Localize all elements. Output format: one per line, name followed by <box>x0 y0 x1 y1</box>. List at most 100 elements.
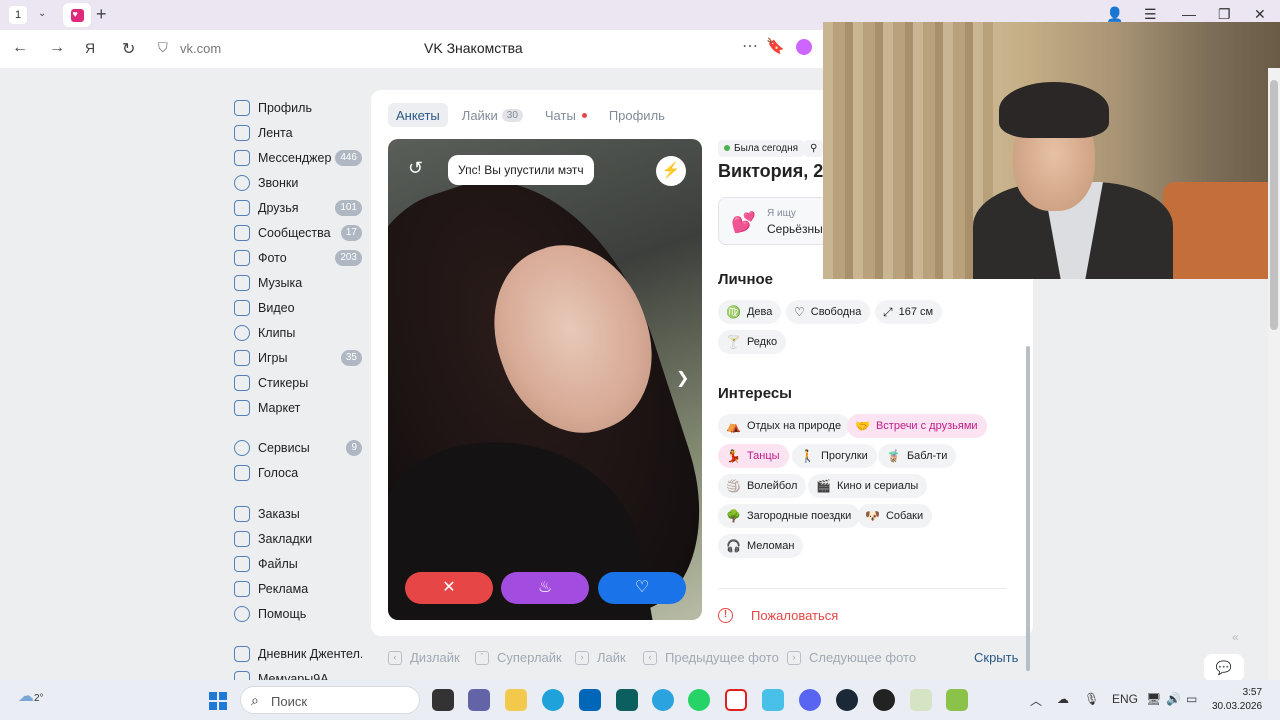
hide-hints-button[interactable]: Скрыть <box>974 650 1018 665</box>
date: 30.03.2026 <box>1212 701 1263 712</box>
edge-icon[interactable] <box>542 689 564 711</box>
undo-icon[interactable]: ↺ <box>408 158 423 179</box>
hint-label: Предыдущее фото <box>665 650 779 665</box>
chevron-up-icon[interactable]: ︿ <box>1030 692 1042 709</box>
taskbar-search[interactable]: ⌕ Поиск <box>240 686 420 714</box>
sidebar-item-label: Реклама <box>258 582 309 596</box>
sidebar-item-3[interactable]: Мессенджер 446 <box>234 148 362 168</box>
sidebar-item-14[interactable]: Сервисы 9 <box>234 438 362 458</box>
chip: ⤢ 167 см <box>875 300 943 324</box>
seeking-card: 💕 Я ищу Серьёзные <box>718 197 828 245</box>
file-explorer-icon[interactable] <box>505 689 527 711</box>
tab-likes[interactable]: Лайки 30 <box>454 103 531 127</box>
site-info-icon[interactable]: ⛉ <box>158 40 168 56</box>
sidebar-item-21[interactable]: Дневник Джентел... <box>234 644 362 664</box>
whatsapp-icon[interactable] <box>688 689 710 711</box>
close-window-button[interactable]: ✕ <box>1254 6 1266 23</box>
task-view-icon[interactable] <box>432 689 454 711</box>
language-indicator[interactable]: ENG <box>1112 692 1138 706</box>
sidebar-item-18[interactable]: Файлы <box>234 554 362 574</box>
sidebar-item-2[interactable]: Лента <box>234 123 362 143</box>
hint-label: Следующее фото <box>809 650 917 665</box>
page-scrollbar-thumb[interactable] <box>1270 80 1278 330</box>
sidebar-item-12[interactable]: Стикеры <box>234 373 362 393</box>
telegram-icon[interactable] <box>652 689 674 711</box>
sidebar-item-17[interactable]: Закладки <box>234 529 362 549</box>
chat-bubble-icon[interactable]: 💬 <box>1204 654 1244 680</box>
sidebar-item-label: Голоса <box>258 466 299 480</box>
chevron-down-icon[interactable]: ⌄ <box>38 8 46 19</box>
minimize-button[interactable]: — <box>1182 6 1196 22</box>
tab-ankety[interactable]: Анкеты <box>388 103 448 127</box>
chip-label: Редко <box>746 336 778 348</box>
url-text[interactable]: vk.com <box>180 41 221 56</box>
dislike-button[interactable]: ✕ <box>405 572 493 604</box>
cloud-icon: ☁ <box>18 688 34 705</box>
sidebar-item-7[interactable]: Фото 203 <box>234 248 362 268</box>
boost-bolt-icon[interactable]: ⚡ <box>656 156 686 186</box>
active-tab[interactable] <box>63 3 91 27</box>
unread-dot <box>581 112 587 118</box>
app-icon[interactable] <box>873 689 895 711</box>
app-icon[interactable] <box>762 689 784 711</box>
collapse-icon[interactable]: « <box>1232 630 1239 644</box>
sidebar-item-15[interactable]: Голоса <box>234 463 362 483</box>
bluestacks-icon[interactable] <box>946 689 968 711</box>
more-icon[interactable]: ⋯ <box>742 36 759 56</box>
back-icon[interactable]: ← <box>12 39 28 57</box>
network-icon[interactable]: 🖥 <box>1146 692 1161 706</box>
hint-label: Суперлайк <box>497 650 562 665</box>
tab-profile[interactable]: Профиль <box>601 103 673 127</box>
sidebar-item-1[interactable]: Профиль <box>234 98 362 118</box>
report-button[interactable]: ! Пожаловаться <box>718 608 838 623</box>
store-icon[interactable] <box>579 689 601 711</box>
sidebar-item-8[interactable]: Музыка <box>234 273 362 293</box>
tab-counter[interactable]: 1 <box>9 6 27 24</box>
profile-photo[interactable] <box>388 139 702 620</box>
reload-icon[interactable]: ↻ <box>122 39 135 59</box>
sidebar-item-16[interactable]: Заказы <box>234 504 362 524</box>
sidebar-item-11[interactable]: Игры 35 <box>234 348 362 368</box>
sidebar-item-6[interactable]: Сообщества 17 <box>234 223 362 243</box>
sidebar-item-13[interactable]: Маркет <box>234 398 362 418</box>
sidebar-item-22[interactable]: Мемуары9А <box>234 669 362 680</box>
sidebar-item-4[interactable]: Звонки <box>234 173 362 193</box>
microphone-icon[interactable]: 🎙 <box>1084 692 1099 706</box>
forward-icon[interactable]: → <box>49 39 65 57</box>
location-chip: ⚲ <box>804 140 824 157</box>
sidebar-item-19[interactable]: Реклама <box>234 579 362 599</box>
app-icon[interactable] <box>616 689 638 711</box>
like-button[interactable]: ♡ <box>598 572 686 604</box>
discord-icon[interactable] <box>799 689 821 711</box>
teams-icon[interactable] <box>468 689 490 711</box>
bookmark-icon[interactable]: 🔖 <box>766 37 785 55</box>
yandex-icon[interactable]: Я <box>85 40 95 56</box>
sidebar-item-icon <box>234 100 250 116</box>
cloud-sync-icon[interactable]: ☁ <box>1057 692 1069 706</box>
superlike-button[interactable]: ♨ <box>501 572 589 604</box>
sidebar-item-label: Закладки <box>258 532 313 546</box>
chip: 🎧 Меломан <box>718 534 804 558</box>
new-tab-button[interactable]: + <box>96 4 107 25</box>
windows-start-icon[interactable] <box>209 692 227 710</box>
app-icon[interactable] <box>910 689 932 711</box>
sidebar-item-9[interactable]: Видео <box>234 298 362 318</box>
weather-widget[interactable]: ☁2° <box>18 686 44 706</box>
sidebar-item-icon <box>234 150 250 166</box>
sidebar-item-5[interactable]: Друзья 101 <box>234 198 362 218</box>
menu-icon[interactable]: ☰ <box>1144 6 1157 23</box>
sidebar-item-20[interactable]: Помощь <box>234 604 362 624</box>
profile-icon[interactable]: 👤 <box>1106 6 1123 23</box>
volume-icon[interactable]: 🔊 <box>1166 692 1181 706</box>
yandex-browser-icon[interactable] <box>725 689 747 711</box>
sidebar-item-10[interactable]: Клипы <box>234 323 362 343</box>
battery-icon[interactable]: ▭ <box>1186 692 1197 706</box>
steam-icon[interactable] <box>836 689 858 711</box>
online-status: Была сегодня <box>718 140 805 157</box>
next-photo-chevron-icon[interactable]: ❯ <box>676 368 689 388</box>
tab-chats[interactable]: Чаты <box>537 103 595 127</box>
restore-button[interactable]: ❐ <box>1218 6 1231 23</box>
card-scrollbar[interactable] <box>1026 346 1030 671</box>
alice-icon[interactable] <box>796 39 812 55</box>
clock[interactable]: 3:57 30.03.2026 <box>1212 686 1262 714</box>
